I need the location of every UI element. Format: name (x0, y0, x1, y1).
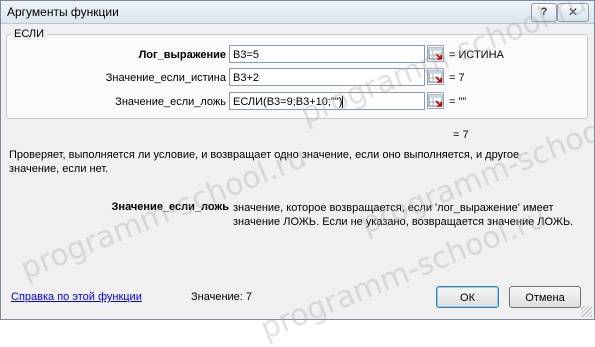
arg-label-value-if-false: Значение_если_ложь (115, 96, 226, 108)
arg-result-logical-test: = ИСТИНА (449, 49, 504, 61)
range-select-icon[interactable] (427, 45, 444, 62)
range-select-icon[interactable] (427, 92, 444, 109)
arg-input-value-if-true[interactable]: B3+2 (229, 68, 425, 86)
help-button[interactable]: ? (531, 3, 557, 22)
arg-label-logical-test: Лог_выражение (138, 49, 226, 61)
arg-input-value-if-false[interactable]: ЕСЛИ(B3=9;B3+10;"") (229, 92, 425, 110)
range-select-icon[interactable] (427, 68, 444, 85)
function-help-link[interactable]: Справка по этой функции (11, 291, 142, 303)
close-button[interactable]: ✕ (557, 3, 589, 22)
active-argument-description: значение, которое возвращается, если 'ло… (233, 202, 574, 228)
function-name-label: ЕСЛИ (11, 28, 48, 40)
resize-grip[interactable] (581, 306, 592, 317)
value-label: Значение: 7 (191, 291, 253, 303)
text-caret (342, 96, 344, 109)
dialog-title: Аргументы функции (7, 5, 119, 19)
arg-result-value-if-false: = "" (449, 96, 467, 108)
arg-result-value-if-true: = 7 (449, 72, 465, 84)
active-argument-name: Значение_если_ложь (111, 201, 229, 213)
title-bar: Аргументы функции ? ✕ (1, 1, 594, 24)
ok-button[interactable]: ОК (436, 286, 499, 308)
arg-input-logical-test[interactable]: B3=5 (229, 45, 425, 63)
formula-result: = 7 (453, 129, 469, 141)
function-description: Проверяет, выполняется ли условие, и воз… (9, 149, 520, 175)
function-arguments-dialog: Аргументы функции ? ✕ ЕСЛИ Лог_выражение… (0, 0, 595, 347)
cancel-button[interactable]: Отмена (509, 286, 581, 308)
arg-label-value-if-true: Значение_если_истина (105, 72, 226, 84)
